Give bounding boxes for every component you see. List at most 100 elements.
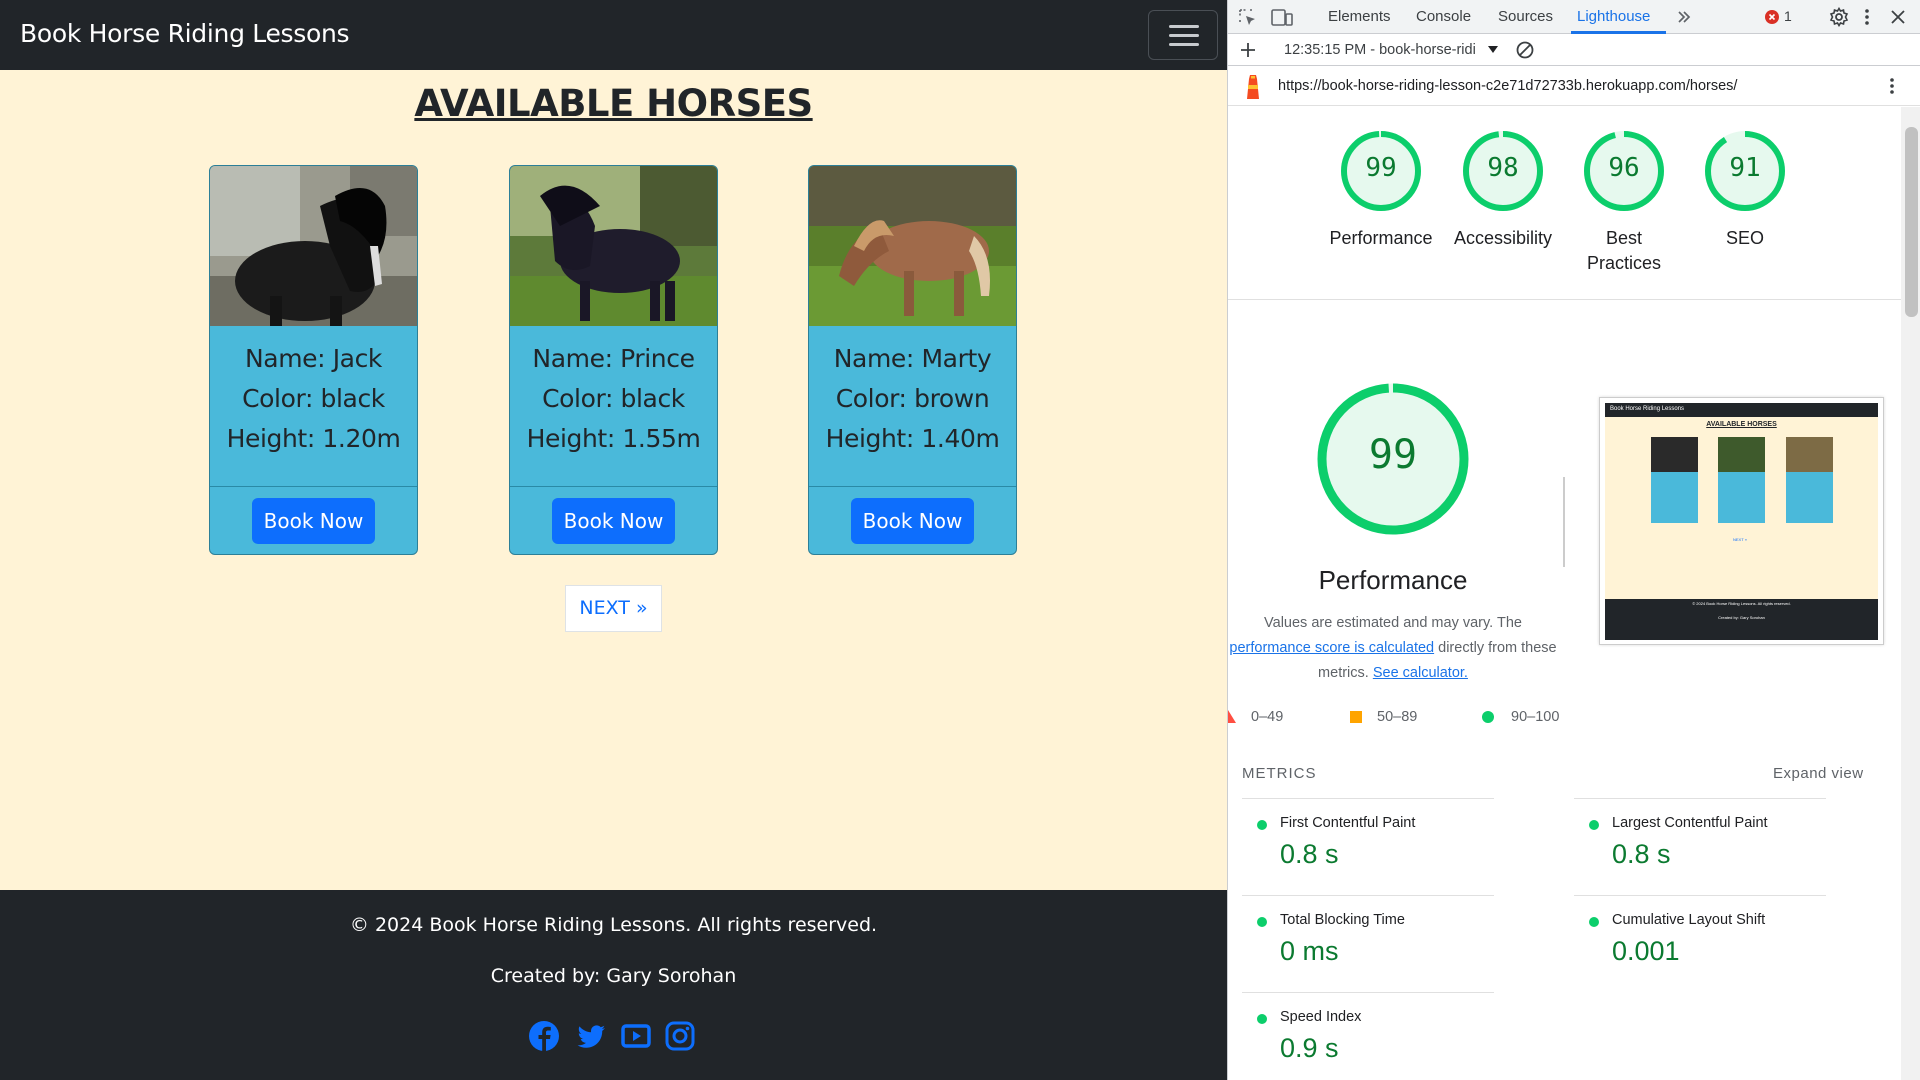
thumb-footer-text: © 2024 Book Horse Riding Lessons. All ri… [1692,601,1791,606]
facebook-icon[interactable] [528,1020,560,1052]
metric-value: 0.9 s [1280,1033,1339,1063]
new-report-plus-icon[interactable] [1240,42,1256,58]
footer-copyright: © 2024 Book Horse Riding Lessons. All ri… [349,914,878,936]
next-page-button[interactable]: NEXT » [565,585,662,632]
section-divider [1228,299,1901,300]
metric-value: 0.8 s [1280,839,1339,869]
horse-color: Color: black [242,384,385,413]
score-gauge-accessibility[interactable]: 98 Accessibility [1454,129,1552,248]
final-screenshot-thumbnail[interactable]: Book Horse Riding Lessons AVAILABLE HORS… [1599,397,1884,645]
thumb-created: Created by: Gary Sorohan [1718,615,1765,620]
horse-name: Name: Marty [833,344,992,373]
see-calculator-link[interactable]: See calculator. [1373,665,1468,681]
clear-reports-icon[interactable] [1516,41,1534,59]
desc-text: Values are estimated and may vary. The [1264,615,1522,631]
thumb-card-2 [1718,437,1765,523]
score-calculated-link[interactable]: performance score is calculated [1229,640,1434,656]
navbar: Book Horse Riding Lessons [0,0,1227,70]
more-tabs-chevron-icon[interactable] [1676,9,1692,25]
lighthouse-report: 99 Performance 98 Accessibility 96 Best … [1228,107,1901,1080]
horse-card: Name: Jack Color: black Height: 1.20m Bo… [209,165,418,555]
error-icon[interactable] [1765,10,1779,24]
horse-card: Name: Prince Color: black Height: 1.55m … [509,165,718,555]
thumb-next: NEXT » [1733,537,1747,542]
navbar-toggler-button[interactable] [1148,10,1218,60]
score-gauge-best-practices[interactable]: 96 Best Practices [1579,129,1669,273]
metric-value: 0.001 [1612,936,1680,966]
tab-lighthouse[interactable]: Lighthouse [1577,8,1650,25]
horse-color: Color: brown [835,384,990,413]
metric-first-contentful-paint: First Contentful Paint 0.8 s [1242,798,1494,890]
inspect-element-icon[interactable] [1238,8,1258,28]
metric-label: Total Blocking Time [1280,912,1405,928]
performance-big-score: 99 [1368,432,1418,478]
thumb-brand: Book Horse Riding Lessons [1610,406,1685,412]
youtube-icon[interactable] [620,1020,652,1052]
pass-dot-icon [1589,820,1599,830]
close-devtools-icon[interactable] [1890,9,1906,25]
book-now-button[interactable]: Book Now [252,498,375,544]
instagram-icon[interactable] [664,1020,696,1052]
error-count[interactable]: 1 [1784,8,1792,24]
horse-height: Height: 1.55m [526,424,701,453]
scrollbar-thumb[interactable] [1905,127,1918,317]
metric-value: 0.8 s [1612,839,1671,869]
metric-largest-contentful-paint: Largest Contentful Paint 0.8 s [1574,798,1826,890]
pass-dot-icon [1589,917,1599,927]
legend-good: 90–100 [1511,709,1560,725]
expand-view-toggle[interactable]: Expand view [1773,765,1864,782]
metric-label: Largest Contentful Paint [1612,815,1768,831]
report-url-bar: https://book-horse-riding-lesson-c2e71d7… [1228,66,1920,106]
metric-cumulative-layout-shift: Cumulative Layout Shift 0.001 [1574,895,1826,987]
metric-label: First Contentful Paint [1280,815,1416,831]
report-scrollbar[interactable] [1901,107,1920,1080]
metric-speed-index: Speed Index 0.9 s [1242,992,1494,1080]
thumb-card-3 [1786,437,1833,523]
book-now-button[interactable]: Book Now [552,498,675,544]
score-label: SEO [1725,228,1764,248]
devtools-tab-bar: Elements Console Sources Lighthouse 1 [1228,0,1920,34]
horse-height: Height: 1.20m [226,424,401,453]
good-circle-icon [1482,711,1494,723]
score-gauge-performance[interactable]: 99 Performance [1329,129,1433,248]
card-divider [809,486,1016,487]
metric-value: 0 ms [1280,936,1339,966]
score-gauge-seo[interactable]: 91 SEO [1700,129,1790,248]
pass-dot-icon [1257,820,1267,830]
settings-gear-icon[interactable] [1829,7,1849,27]
device-toolbar-icon[interactable] [1271,8,1293,28]
card-divider [210,486,417,487]
metric-label: Cumulative Layout Shift [1612,912,1766,928]
horse-color: Color: black [542,384,685,413]
navbar-brand[interactable]: Book Horse Riding Lessons [20,19,350,48]
report-menu-icon[interactable] [1887,76,1897,96]
score-value: 99 [1365,153,1397,183]
horse-name: Name: Jack [244,344,383,373]
dropdown-arrow-icon[interactable] [1488,46,1498,54]
footer: © 2024 Book Horse Riding Lessons. All ri… [0,890,1227,1080]
metric-label: Speed Index [1280,1009,1362,1025]
hamburger-icon-bar [1169,34,1199,37]
book-now-button[interactable]: Book Now [851,498,974,544]
vertical-divider [1563,477,1565,567]
lighthouse-toolbar: 12:35:15 PM - book-horse-ridi [1228,34,1920,66]
score-label: Performance [1329,228,1433,248]
score-value: 96 [1608,153,1640,183]
score-value: 91 [1729,153,1761,183]
horse-photo-marty [809,166,1016,326]
footer-created-by: Created by: Gary Sorohan [490,965,737,987]
page-title: AVAILABLE HORSES [414,82,813,125]
more-options-icon[interactable] [1862,7,1872,27]
score-value: 98 [1487,153,1519,183]
tab-elements[interactable]: Elements [1328,8,1391,25]
thumb-title: AVAILABLE HORSES [1706,421,1777,428]
horse-card: Name: Marty Color: brown Height: 1.40m B… [808,165,1017,555]
tab-sources[interactable]: Sources [1498,8,1553,25]
report-selector[interactable]: 12:35:15 PM - book-horse-ridi [1284,42,1476,58]
report-url[interactable]: https://book-horse-riding-lesson-c2e71d7… [1278,78,1737,94]
tab-console[interactable]: Console [1416,8,1471,25]
twitter-icon[interactable] [575,1020,607,1052]
horse-name: Name: Prince [532,344,695,373]
horse-height: Height: 1.40m [825,424,1000,453]
pass-dot-icon [1257,1014,1267,1024]
